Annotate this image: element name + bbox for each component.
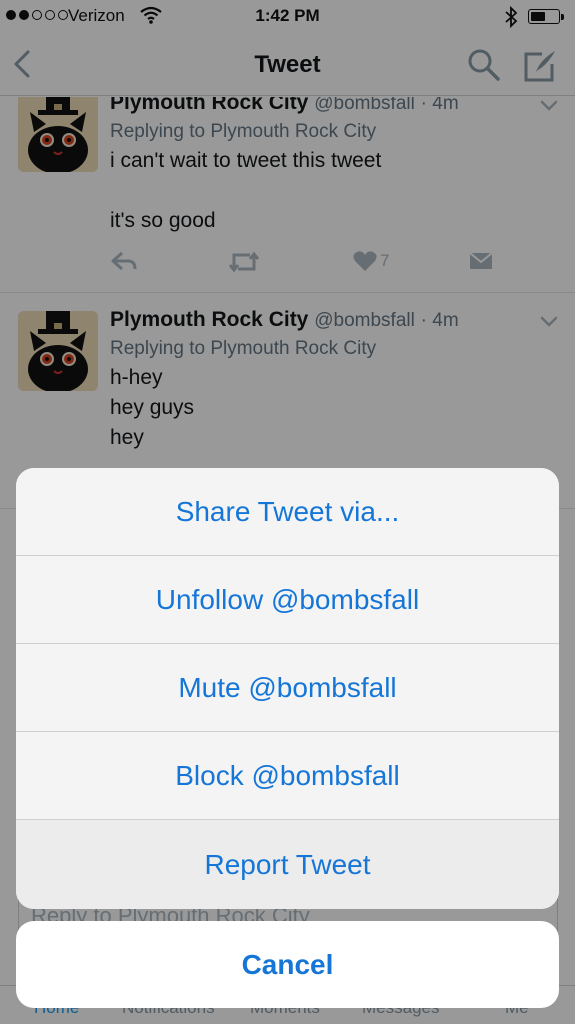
share-tweet-button[interactable]: Share Tweet via...: [16, 468, 559, 556]
report-tweet-button[interactable]: Report Tweet: [16, 820, 559, 909]
cancel-button[interactable]: Cancel: [16, 921, 559, 1008]
mute-button[interactable]: Mute @bombsfall: [16, 644, 559, 732]
unfollow-button[interactable]: Unfollow @bombsfall: [16, 556, 559, 644]
action-sheet: Share Tweet via... Unfollow @bombsfall M…: [16, 468, 559, 909]
block-button[interactable]: Block @bombsfall: [16, 732, 559, 820]
